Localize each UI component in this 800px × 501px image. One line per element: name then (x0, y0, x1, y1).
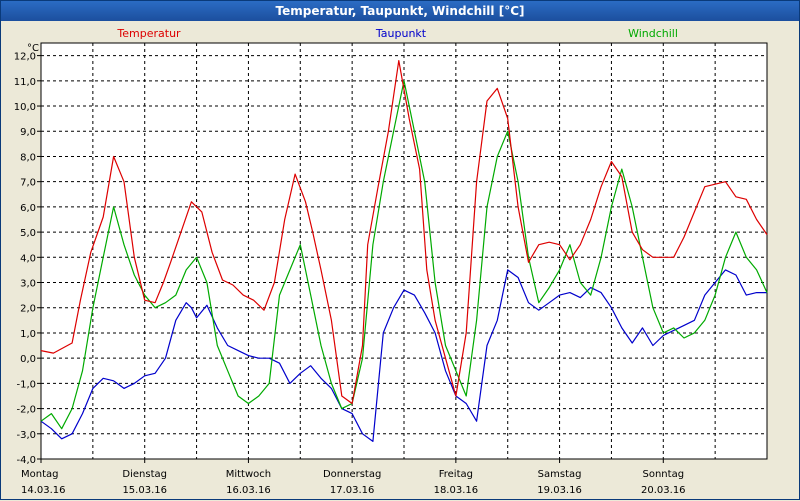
x-tick-date-label: 16.03.16 (226, 485, 271, 496)
x-tick-day-label: Donnerstag (323, 469, 381, 480)
x-tick-day-label: Montag (21, 469, 58, 480)
line-chart: -4,0 -3,0 -2,0 -1,0 0,0 1,0 2,0 3,0 4,0 5,0 6,0 7,0… (14, 27, 768, 496)
x-tick-day-label: Samstag (538, 469, 582, 480)
y-tick-label: -4,0 (16, 455, 36, 466)
x-tick-date-label: 18.03.16 (434, 485, 479, 496)
x-tick-day-label: Mittwoch (226, 469, 271, 480)
y-tick-label: 8,0 (20, 152, 36, 163)
y-tick-label: -1,0 (16, 379, 36, 390)
y-tick-label: 7,0 (20, 178, 36, 189)
y-tick-label: -3,0 (16, 430, 36, 441)
y-tick-label: 9,0 (20, 127, 36, 138)
chart-window: Temperatur, Taupunkt, Windchill [°C] -4,… (0, 0, 800, 500)
x-tick-date-label: 19.03.16 (537, 485, 582, 496)
x-tick-date-label: 17.03.16 (330, 485, 375, 496)
x-tick-day-label: Sonntag (643, 469, 685, 480)
y-tick-label: 6,0 (20, 203, 36, 214)
window-title: Temperatur, Taupunkt, Windchill [°C] (1, 1, 799, 21)
y-axis-ticks: -4,0 -3,0 -2,0 -1,0 0,0 1,0 2,0 3,0 4,0 5,0 6,0 7,0… (14, 52, 41, 466)
legend-windchill: Windchill (628, 27, 678, 40)
y-tick-label: 5,0 (20, 228, 36, 239)
y-tick-label: -2,0 (16, 405, 36, 416)
x-tick-date-label: 20.03.16 (641, 485, 686, 496)
y-tick-label: 2,0 (20, 304, 36, 315)
y-tick-label: 3,0 (20, 279, 36, 290)
x-tick-day-label: Freitag (439, 469, 473, 480)
x-tick-day-label: Dienstag (122, 469, 167, 480)
x-axis-ticks: Montag 14.03.16 Dienstag 15.03.16 Mittwoch 16… (21, 459, 686, 496)
y-tick-label: 1,0 (20, 329, 36, 340)
y-axis-unit-label: °C (27, 43, 39, 54)
legend-taupunkt: Taupunkt (375, 27, 427, 40)
y-tick-label: 11,0 (14, 77, 36, 88)
y-tick-label: 4,0 (20, 253, 36, 264)
x-tick-date-label: 14.03.16 (21, 485, 66, 496)
y-tick-label: 0,0 (20, 354, 36, 365)
y-tick-label: 10,0 (14, 102, 36, 113)
legend-temperatur: Temperatur (116, 27, 181, 40)
x-tick-date-label: 15.03.16 (122, 485, 167, 496)
